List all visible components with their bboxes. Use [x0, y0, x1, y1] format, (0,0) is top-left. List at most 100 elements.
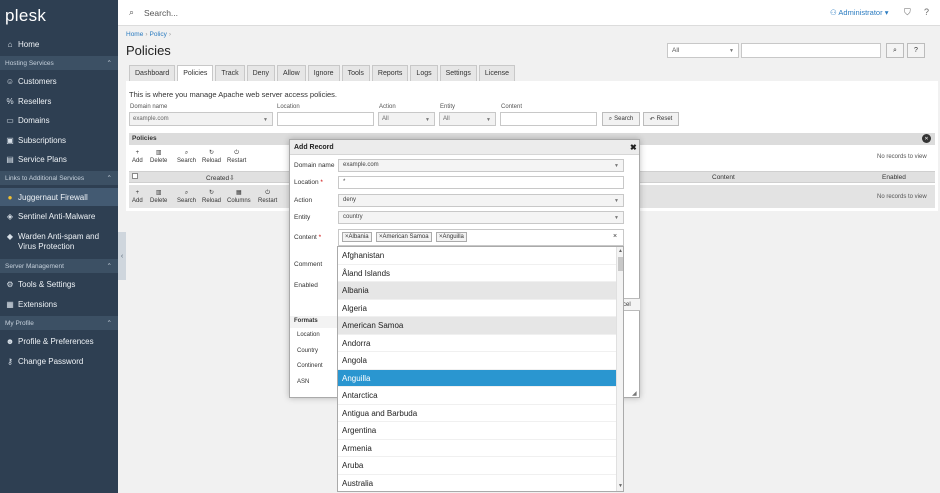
tab-tools[interactable]: Tools	[341, 65, 370, 81]
dropdown-option[interactable]: Åland Islands	[338, 265, 616, 282]
dropdown-option[interactable]: Andorra	[338, 335, 616, 352]
sidebar-collapse-handle[interactable]: ‹	[118, 232, 126, 280]
sidebar-item-change-password[interactable]: ⚷ Change Password	[0, 352, 118, 370]
dropdown-option[interactable]: Antarctica	[338, 387, 616, 405]
resellers-icon: %	[6, 96, 14, 106]
sidebar-item-juggernaut-firewall[interactable]: ● Juggernaut Firewall	[0, 188, 118, 206]
breadcrumb-home[interactable]: Home	[126, 31, 143, 38]
global-search-input[interactable]: Search...	[144, 8, 178, 18]
filter-search-button[interactable]: ⌕ Search	[602, 112, 640, 126]
dropdown-option[interactable]: Algeria	[338, 300, 616, 317]
user-menu[interactable]: ⚇ Administrator ▾	[830, 8, 888, 17]
sidebar-section-server-management[interactable]: Server Management ⌃	[0, 259, 118, 273]
chip-american-samoa[interactable]: ×American Samoa	[376, 232, 432, 242]
select-all-checkbox[interactable]	[132, 173, 138, 179]
sidebar-item-tools-settings[interactable]: ⚙ Tools & Settings	[0, 275, 118, 293]
restart-button[interactable]: ⏻ Restart	[227, 149, 246, 165]
dropdown-option[interactable]: Angola	[338, 352, 616, 370]
column-created[interactable]: Created⇩	[206, 174, 235, 182]
sidebar-section-hosting-services[interactable]: Hosting Services ⌃	[0, 56, 118, 70]
tab-dashboard[interactable]: Dashboard	[129, 65, 176, 81]
tab-allow[interactable]: Allow	[276, 65, 306, 81]
dropdown-option[interactable]: Albania	[338, 282, 616, 300]
sidebar-item-warden-anti-spam[interactable]: ◆ Warden Anti-spam and Virus Protection	[0, 230, 118, 254]
sort-icon: ⇩	[229, 175, 235, 182]
scrollbar-thumb[interactable]	[618, 257, 623, 271]
sidebar-section-my-profile[interactable]: My Profile ⌃	[0, 316, 118, 330]
tab-ignore[interactable]: Ignore	[307, 65, 340, 81]
reload-button[interactable]: ↻ Reload	[202, 189, 221, 205]
dropdown-option[interactable]: Afghanistan	[338, 247, 616, 265]
location-input[interactable]: *	[338, 176, 624, 189]
panel-close-icon[interactable]: ✕	[922, 134, 931, 143]
sidebar-item-domains[interactable]: ▭ Domains	[0, 111, 118, 129]
dropdown-scrollbar[interactable]: ▲ ▼	[616, 247, 623, 491]
sidebar-section-links-additional[interactable]: Links to Additional Services ⌃	[0, 171, 118, 185]
add-button[interactable]: + Add	[132, 189, 143, 205]
tab-deny[interactable]: Deny	[246, 65, 275, 81]
dropdown-option[interactable]: American Samoa	[338, 317, 616, 335]
sidebar-item-label: Juggernaut Firewall	[18, 192, 88, 202]
close-icon[interactable]: ✖	[630, 143, 637, 152]
tab-license[interactable]: License	[478, 65, 516, 81]
entity-label: Entity	[294, 214, 311, 221]
top-filter-select[interactable]: All ▼	[667, 43, 739, 58]
add-button[interactable]: + Add	[132, 149, 143, 165]
tab-logs[interactable]: Logs	[410, 65, 438, 81]
search-button[interactable]: ⌕ Search	[177, 189, 196, 205]
sidebar-item-label: Profile & Preferences	[18, 336, 94, 346]
dropdown-option[interactable]: Argentina	[338, 422, 616, 440]
notifications-icon[interactable]: ⛉	[904, 7, 911, 18]
breadcrumb-policy[interactable]: Policy	[150, 31, 167, 38]
sidebar-item-profile-preferences[interactable]: ☻ Profile & Preferences	[0, 332, 118, 350]
entity-select[interactable]: country ▼	[338, 211, 624, 224]
dropdown-option[interactable]: Aruba	[338, 457, 616, 475]
chevron-down-icon: ▼	[614, 163, 619, 169]
dropdown-option[interactable]: Australia	[338, 475, 616, 492]
delete-button[interactable]: ▥ Delete	[150, 149, 167, 165]
delete-button[interactable]: ▥ Delete	[150, 189, 167, 205]
tab-settings[interactable]: Settings	[439, 65, 477, 81]
filter-domain-select[interactable]: example.com ▼	[129, 112, 273, 126]
sidebar-item-customers[interactable]: ☺ Customers	[0, 72, 118, 90]
clear-icon[interactable]: ×	[613, 233, 617, 240]
tab-policies[interactable]: Policies	[177, 65, 214, 81]
search-button[interactable]: ⌕ Search	[177, 149, 196, 165]
top-help-button[interactable]: ?	[907, 43, 925, 58]
tab-reports[interactable]: Reports	[371, 65, 409, 81]
column-enabled[interactable]: Enabled	[882, 174, 906, 181]
domain-select[interactable]: example.com ▼	[338, 159, 624, 172]
top-filter-input[interactable]	[741, 43, 881, 58]
plesk-logo[interactable]: plesk	[5, 6, 46, 26]
scroll-down-icon[interactable]: ▼	[618, 483, 623, 489]
sidebar-item-service-plans[interactable]: ▤ Service Plans	[0, 150, 118, 168]
sidebar-item-sentinel-anti-malware[interactable]: ◈ Sentinel Anti-Malware	[0, 207, 118, 225]
filter-reset-button[interactable]: ↶ Reset	[643, 112, 679, 126]
dropdown-option[interactable]: Armenia	[338, 440, 616, 457]
reset-icon: ↶	[649, 116, 655, 123]
resize-handle-icon[interactable]: ◢	[632, 390, 637, 397]
restart-button[interactable]: ⏻ Restart	[258, 189, 277, 205]
help-icon[interactable]: ?	[924, 7, 929, 17]
reload-button[interactable]: ↻ Reload	[202, 149, 221, 165]
content-multiselect[interactable]: ×Albania ×American Samoa ×Anguilla ×	[338, 229, 624, 246]
sidebar-item-extensions[interactable]: ▦ Extensions	[0, 295, 118, 313]
filter-location-input[interactable]	[277, 112, 374, 126]
filter-action-select[interactable]: All ▼	[378, 112, 435, 126]
filter-entity-select[interactable]: All ▼	[439, 112, 496, 126]
sidebar-item-subscriptions[interactable]: ▣ Subscriptions	[0, 131, 118, 149]
chip-albania[interactable]: ×Albania	[342, 232, 372, 242]
tab-track[interactable]: Track	[215, 65, 245, 81]
scroll-up-icon[interactable]: ▲	[618, 248, 623, 254]
chip-anguilla[interactable]: ×Anguilla	[436, 232, 467, 242]
filter-content-input[interactable]	[500, 112, 597, 126]
top-bar: ⌕ Search... ⚇ Administrator ▾ ⛉ ?	[118, 0, 940, 26]
sidebar-item-resellers[interactable]: % Resellers	[0, 92, 118, 110]
action-select[interactable]: deny ▼	[338, 194, 624, 207]
column-content[interactable]: Content	[712, 174, 735, 181]
dropdown-option[interactable]: Anguilla	[338, 369, 616, 387]
sidebar-item-home[interactable]: ⌂ Home	[0, 35, 118, 53]
top-search-button[interactable]: ⌕	[886, 43, 904, 58]
columns-button[interactable]: ▦ Columns	[227, 189, 251, 205]
dropdown-option[interactable]: Antigua and Barbuda	[338, 405, 616, 422]
